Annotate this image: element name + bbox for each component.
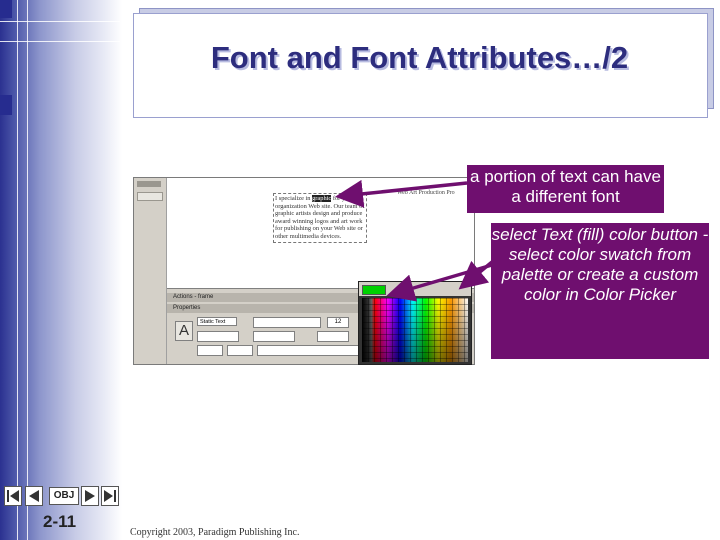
last-slide-button[interactable] [101, 486, 119, 506]
slide-nav: OBJ [4, 486, 119, 508]
first-arrow-icon [7, 490, 19, 502]
obj-button[interactable]: OBJ [49, 487, 79, 505]
next-slide-button[interactable] [81, 486, 99, 506]
copyright-text: Copyright 2003, Paradigm Publishing Inc. [130, 527, 300, 538]
prev-arrow-icon [29, 490, 39, 502]
page-number: 2-11 [43, 512, 77, 531]
arrow-to-text [335, 179, 468, 208]
next-arrow-icon [85, 490, 95, 502]
first-slide-button[interactable] [4, 486, 22, 506]
prev-slide-button[interactable] [25, 486, 43, 506]
last-arrow-icon [104, 490, 116, 502]
arrow-to-palette [386, 263, 493, 302]
callout-arrows [335, 179, 494, 302]
